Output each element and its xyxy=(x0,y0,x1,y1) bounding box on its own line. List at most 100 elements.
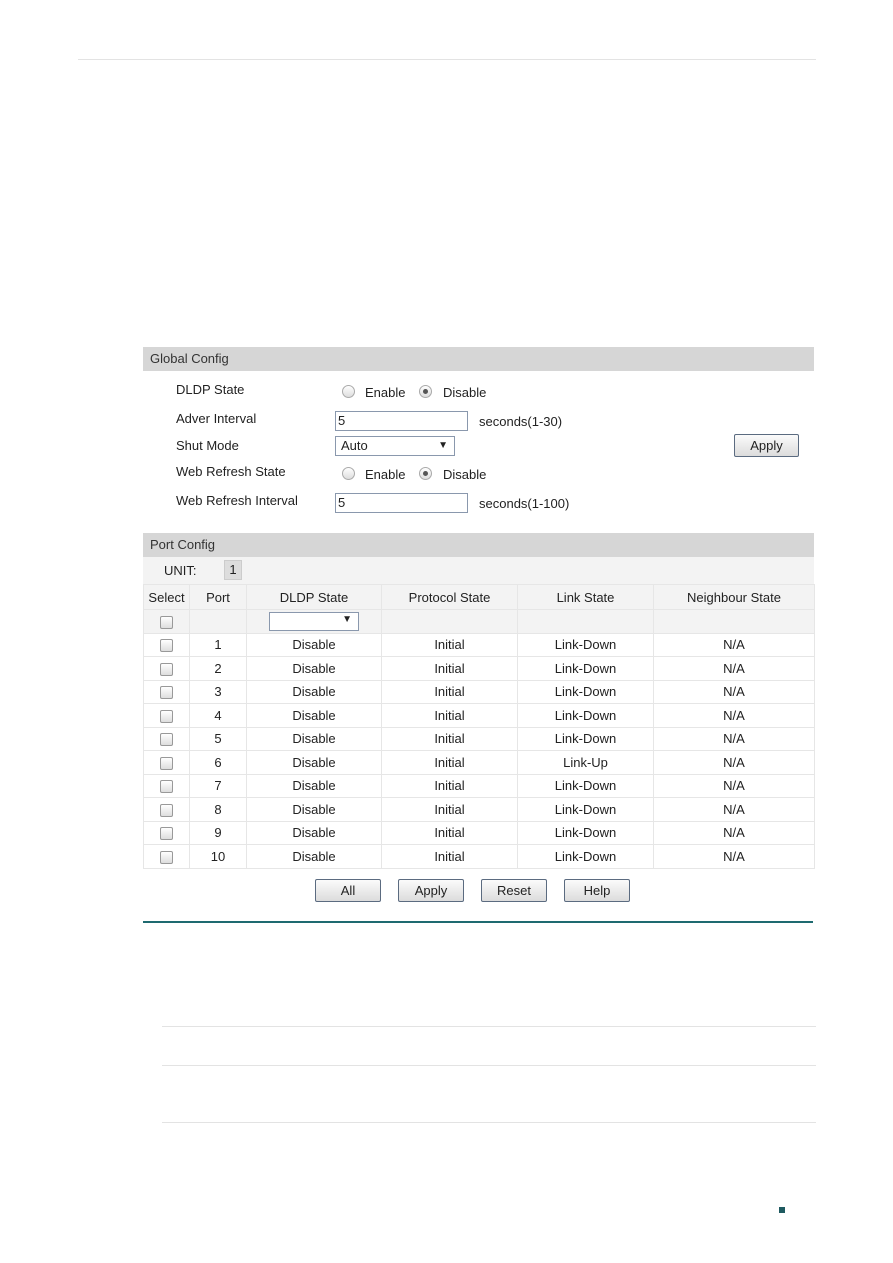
dldp-enable-radio[interactable] xyxy=(342,385,355,398)
port-cell: 1 xyxy=(189,632,247,657)
port-cell: 8 xyxy=(189,797,247,822)
row-checkbox[interactable] xyxy=(160,850,173,864)
web-refresh-interval-input[interactable]: 5 xyxy=(335,493,468,513)
dldp-state-cell: Disable xyxy=(246,679,382,704)
adver-interval-label: Adver Interval xyxy=(176,411,257,426)
link-state-cell: Link-Down xyxy=(517,797,654,822)
port-config-header: Port Config xyxy=(143,533,814,557)
dldp-state-cell: Disable xyxy=(246,797,382,822)
reset-button[interactable]: Reset xyxy=(481,879,547,902)
protocol-state-cell: Initial xyxy=(381,703,518,728)
port-cell: 4 xyxy=(189,703,247,728)
web-refresh-interval-hint: seconds(1-100) xyxy=(479,496,570,511)
section-divider xyxy=(143,921,813,923)
table-row: 10 Disable Initial Link-Down N/A xyxy=(143,844,815,869)
neighbour-state-cell: N/A xyxy=(653,797,815,822)
dldp-enable-label: Enable xyxy=(365,385,406,400)
link-state-cell: Link-Down xyxy=(517,656,654,681)
dldp-disable-radio[interactable] xyxy=(419,385,432,398)
global-config-header: Global Config xyxy=(143,347,814,371)
link-state-cell: Link-Down xyxy=(517,632,654,657)
web-refresh-enable-radio[interactable] xyxy=(342,467,355,480)
dldp-disable-label: Disable xyxy=(443,385,487,400)
web-refresh-disable-label: Disable xyxy=(443,467,487,482)
global-apply-button[interactable]: Apply xyxy=(734,434,799,457)
protocol-state-cell: Initial xyxy=(381,844,518,869)
link-state-cell: Link-Down xyxy=(517,679,654,704)
protocol-state-cell: Initial xyxy=(381,656,518,681)
dldp-state-cell: Disable xyxy=(246,632,382,657)
protocol-state-cell: Initial xyxy=(381,773,518,798)
port-cell: 3 xyxy=(189,679,247,704)
rule xyxy=(162,1122,816,1123)
apply-button[interactable]: Apply xyxy=(398,879,464,902)
row-checkbox[interactable] xyxy=(160,639,173,653)
neighbour-state-cell: N/A xyxy=(653,656,815,681)
table-row: 5 Disable Initial Link-Down N/A xyxy=(143,726,815,751)
neighbour-state-cell: N/A xyxy=(653,820,815,845)
rule xyxy=(162,1026,816,1027)
table-row: 3 Disable Initial Link-Down N/A xyxy=(143,679,815,704)
dldp-state-cell: Disable xyxy=(246,750,382,775)
row-checkbox[interactable] xyxy=(160,662,173,676)
neighbour-state-cell: N/A xyxy=(653,679,815,704)
neighbour-state-cell: N/A xyxy=(653,703,815,728)
port-table: Select Port DLDP State Protocol State Li… xyxy=(143,584,815,869)
web-refresh-interval-label: Web Refresh Interval xyxy=(176,493,298,508)
neighbour-state-cell: N/A xyxy=(653,726,815,751)
dropdown-arrow-icon: ▼ xyxy=(438,440,448,451)
table-row: 8 Disable Initial Link-Down N/A xyxy=(143,797,815,822)
dldp-state-cell: Disable xyxy=(246,773,382,798)
port-cell: 7 xyxy=(189,773,247,798)
bulk-dldp-state-select[interactable]: ▼ xyxy=(269,611,359,631)
select-all-checkbox[interactable] xyxy=(160,615,173,629)
link-state-cell: Link-Up xyxy=(517,750,654,775)
dldp-state-cell: Disable xyxy=(246,726,382,751)
row-checkbox[interactable] xyxy=(160,686,173,700)
col-dldp-state: DLDP State xyxy=(246,584,382,610)
col-port: Port xyxy=(189,584,247,610)
row-checkbox[interactable] xyxy=(160,827,173,841)
table-row: 9 Disable Initial Link-Down N/A xyxy=(143,820,815,845)
dldp-state-cell: Disable xyxy=(246,656,382,681)
row-checkbox[interactable] xyxy=(160,709,173,723)
shut-mode-label: Shut Mode xyxy=(176,438,239,453)
table-row: 6 Disable Initial Link-Up N/A xyxy=(143,750,815,775)
dldp-state-cell: Disable xyxy=(246,844,382,869)
page-marker-icon xyxy=(779,1207,785,1213)
protocol-state-cell: Initial xyxy=(381,632,518,657)
row-checkbox[interactable] xyxy=(160,756,173,770)
col-select: Select xyxy=(143,584,190,610)
neighbour-state-cell: N/A xyxy=(653,773,815,798)
row-checkbox[interactable] xyxy=(160,733,173,747)
col-link-state: Link State xyxy=(517,584,654,610)
all-button[interactable]: All xyxy=(315,879,381,902)
dldp-state-cell: Disable xyxy=(246,820,382,845)
adver-interval-hint: seconds(1-30) xyxy=(479,414,563,429)
help-button[interactable]: Help xyxy=(564,879,630,902)
table-row: 7 Disable Initial Link-Down N/A xyxy=(143,773,815,798)
adver-interval-input[interactable]: 5 xyxy=(335,411,468,431)
dldp-state-label: DLDP State xyxy=(176,382,245,397)
web-refresh-state-label: Web Refresh State xyxy=(176,464,286,479)
port-cell: 9 xyxy=(189,820,247,845)
top-rule xyxy=(78,59,816,60)
port-cell: 10 xyxy=(189,844,247,869)
port-cell: 5 xyxy=(189,726,247,751)
link-state-cell: Link-Down xyxy=(517,773,654,798)
protocol-state-cell: Initial xyxy=(381,750,518,775)
unit-1-button[interactable]: 1 xyxy=(224,560,242,580)
shut-mode-select[interactable]: Auto ▼ xyxy=(335,436,455,456)
neighbour-state-cell: N/A xyxy=(653,844,815,869)
row-checkbox[interactable] xyxy=(160,803,173,817)
unit-bar xyxy=(143,557,814,584)
web-refresh-disable-radio[interactable] xyxy=(419,467,432,480)
row-checkbox[interactable] xyxy=(160,780,173,794)
col-protocol-state: Protocol State xyxy=(381,584,518,610)
port-cell: 2 xyxy=(189,656,247,681)
link-state-cell: Link-Down xyxy=(517,703,654,728)
neighbour-state-cell: N/A xyxy=(653,750,815,775)
web-refresh-enable-label: Enable xyxy=(365,467,406,482)
protocol-state-cell: Initial xyxy=(381,797,518,822)
protocol-state-cell: Initial xyxy=(381,820,518,845)
